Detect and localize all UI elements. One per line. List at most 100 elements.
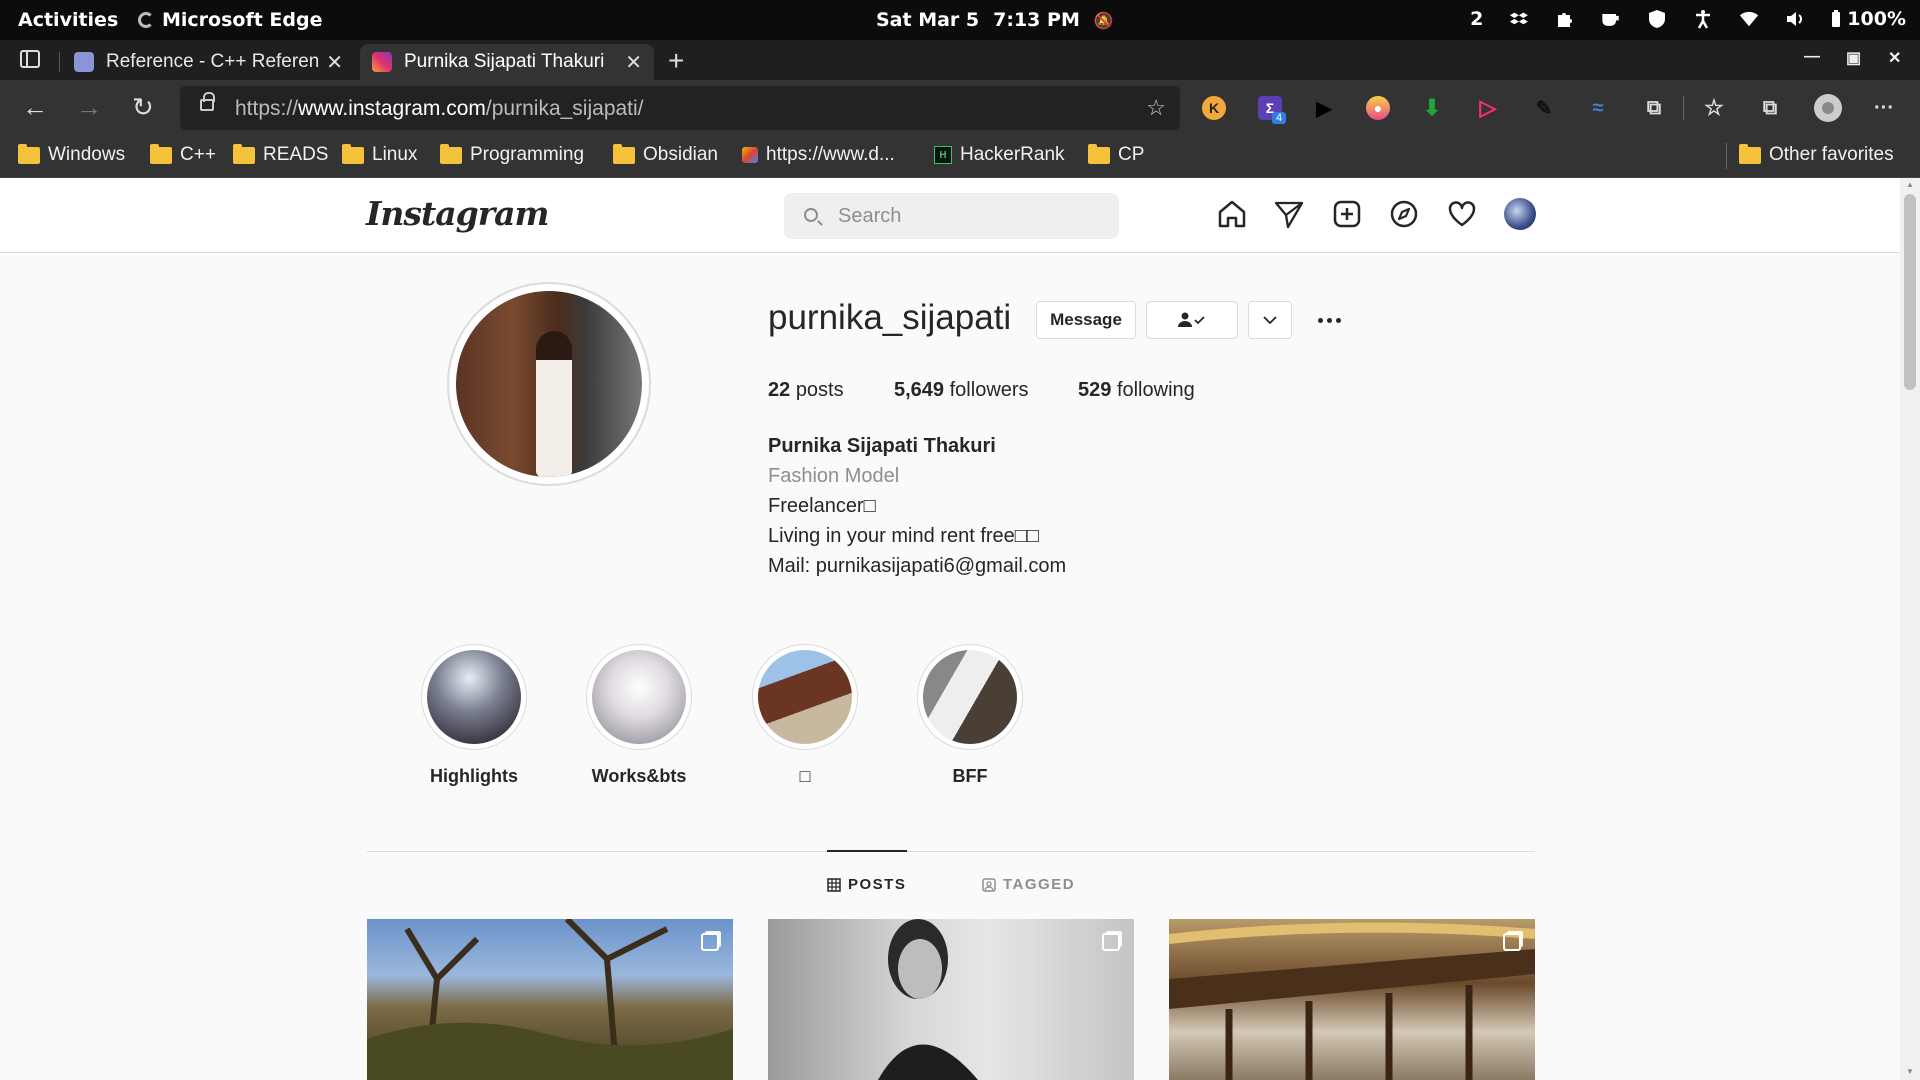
extension-wave-icon[interactable]: ≈ [1586, 96, 1610, 120]
puzzle-icon[interactable] [1555, 9, 1575, 29]
direct-messages-icon[interactable] [1273, 198, 1305, 230]
extension-rakuten-icon[interactable]: ▷ [1476, 95, 1500, 120]
bookmark-programming[interactable]: Programming [440, 143, 584, 166]
link-favicon-icon [742, 147, 758, 163]
folder-icon [613, 143, 635, 164]
shield-icon[interactable] [1647, 9, 1667, 29]
page-scrollbar[interactable]: ▲ ▼ [1900, 178, 1920, 1080]
instagram-logo[interactable]: Instagram [366, 194, 549, 233]
suggestions-dropdown-button[interactable] [1248, 301, 1292, 339]
bookmark-linux[interactable]: Linux [342, 143, 417, 166]
tab-close-icon[interactable]: ✕ [326, 50, 343, 75]
explore-compass-icon[interactable] [1388, 198, 1420, 230]
forward-button[interactable]: → [76, 94, 102, 120]
following-count[interactable]: 529 following [1078, 379, 1195, 402]
new-tab-button[interactable]: + [668, 45, 684, 77]
bookmark-link[interactable]: https://www.d... [742, 144, 895, 166]
post-thumbnail[interactable] [1169, 919, 1535, 1080]
battery-status[interactable]: 100% [1831, 8, 1906, 30]
story-highlight[interactable]: Works&bts [579, 644, 699, 787]
coffee-icon[interactable] [1601, 9, 1621, 29]
following-button[interactable] [1146, 301, 1238, 339]
accessibility-icon[interactable] [1693, 9, 1713, 29]
tab-instagram[interactable]: Purnika Sijapati Thakuri ✕ [360, 44, 654, 80]
minimize-button[interactable]: — [1804, 48, 1820, 66]
message-button[interactable]: Message [1036, 301, 1136, 339]
highlight-cover [758, 650, 852, 744]
highlight-cover [427, 650, 521, 744]
scroll-down-arrow-icon[interactable]: ▼ [1906, 1067, 1914, 1076]
profile-photo [456, 291, 642, 477]
bookmark-cp[interactable]: CP [1088, 143, 1144, 166]
activities-button[interactable]: Activities [18, 9, 118, 31]
profile-picture[interactable] [447, 282, 651, 486]
favorites-icon[interactable]: ☆ [1702, 95, 1726, 120]
tab-actions-icon[interactable] [20, 50, 40, 68]
add-favorite-icon[interactable]: ☆ [1146, 95, 1166, 121]
activity-heart-icon[interactable] [1446, 198, 1478, 230]
tab-cpp-reference[interactable]: Reference - C++ Reference ✕ [62, 44, 355, 80]
extension-kite-icon[interactable]: K [1202, 96, 1226, 120]
clock[interactable]: Sat Mar 5 7:13 PM 🔕 [876, 9, 1114, 31]
folder-icon [150, 143, 172, 164]
search-box[interactable] [784, 193, 1119, 239]
instagram-header: Instagram [0, 178, 1900, 253]
profile-avatar[interactable] [1504, 198, 1536, 230]
post-thumbnail[interactable] [367, 919, 733, 1080]
lock-icon[interactable] [200, 92, 215, 111]
tab-title: Purnika Sijapati Thakuri [404, 51, 605, 72]
story-highlight[interactable]: Highlights [414, 644, 534, 787]
more-options-icon[interactable] [1314, 302, 1344, 338]
home-icon[interactable] [1216, 198, 1248, 230]
bookmark-windows[interactable]: Windows [18, 143, 125, 166]
maximize-button[interactable]: ▣ [1846, 48, 1861, 68]
followers-count[interactable]: 5,649 followers [894, 379, 1029, 402]
browser-tab-strip: Reference - C++ Reference ✕ Purnika Sija… [0, 40, 1920, 80]
story-highlight[interactable]: □ [745, 644, 865, 787]
volume-icon[interactable] [1785, 9, 1805, 29]
highlight-label: □ [799, 766, 811, 786]
bookmark-obsidian[interactable]: Obsidian [613, 143, 718, 166]
tab-tagged[interactable]: TAGGED [982, 876, 1075, 893]
highlight-label: Highlights [430, 766, 518, 786]
post-thumbnail[interactable] [768, 919, 1134, 1080]
back-button[interactable]: ← [22, 94, 48, 120]
highlight-cover [592, 650, 686, 744]
person-check-icon [1178, 312, 1205, 327]
posts-count[interactable]: 22 posts [768, 379, 844, 402]
scrollbar-thumb[interactable] [1904, 194, 1916, 390]
profile-category: Fashion Model [768, 465, 900, 487]
wifi-icon[interactable] [1739, 9, 1759, 29]
extension-color-icon[interactable]: ● [1366, 96, 1390, 120]
search-input[interactable] [838, 203, 1098, 229]
extension-download-icon[interactable]: ⬇ [1420, 95, 1444, 120]
dropbox-icon[interactable] [1509, 9, 1529, 29]
multiple-photos-icon [701, 933, 719, 951]
tab-close-icon[interactable]: ✕ [625, 50, 642, 75]
extension-bird-icon[interactable]: ✎ [1532, 96, 1556, 120]
workspace-indicator[interactable]: 2 [1470, 8, 1483, 30]
multiple-photos-icon [1503, 933, 1521, 951]
settings-more-icon[interactable]: ··· [1872, 96, 1896, 120]
profile-avatar-icon[interactable] [1814, 94, 1842, 122]
bookmark-hackerrank[interactable]: H HackerRank [934, 144, 1065, 166]
story-highlight[interactable]: BFF [910, 644, 1030, 787]
scroll-up-arrow-icon[interactable]: ▲ [1906, 180, 1914, 189]
tab-posts[interactable]: POSTS [827, 876, 906, 893]
tab-title: Reference - C++ Reference [106, 51, 319, 72]
extension-play-icon[interactable]: ▶ [1312, 96, 1336, 120]
multiple-photos-icon [1102, 933, 1120, 951]
url-text[interactable]: https://www.instagram.com/purnika_sijapa… [235, 97, 644, 121]
system-tray[interactable]: 2 100% [1470, 8, 1906, 30]
folder-icon [233, 143, 255, 164]
bookmark-reads[interactable]: READS [233, 143, 328, 166]
bookmark-other-favorites[interactable]: Other favorites [1739, 143, 1894, 166]
refresh-button[interactable]: ↻ [132, 94, 154, 120]
address-bar[interactable]: https://www.instagram.com/purnika_sijapa… [180, 86, 1180, 130]
bookmark-cpp[interactable]: C++ [150, 143, 216, 166]
extensions-icon[interactable]: ⧉ [1642, 96, 1666, 120]
close-window-button[interactable]: ✕ [1888, 48, 1901, 68]
app-menu[interactable]: Microsoft Edge [138, 9, 323, 31]
new-post-icon[interactable] [1331, 198, 1363, 230]
collections-icon[interactable]: ⧉ [1758, 96, 1782, 120]
